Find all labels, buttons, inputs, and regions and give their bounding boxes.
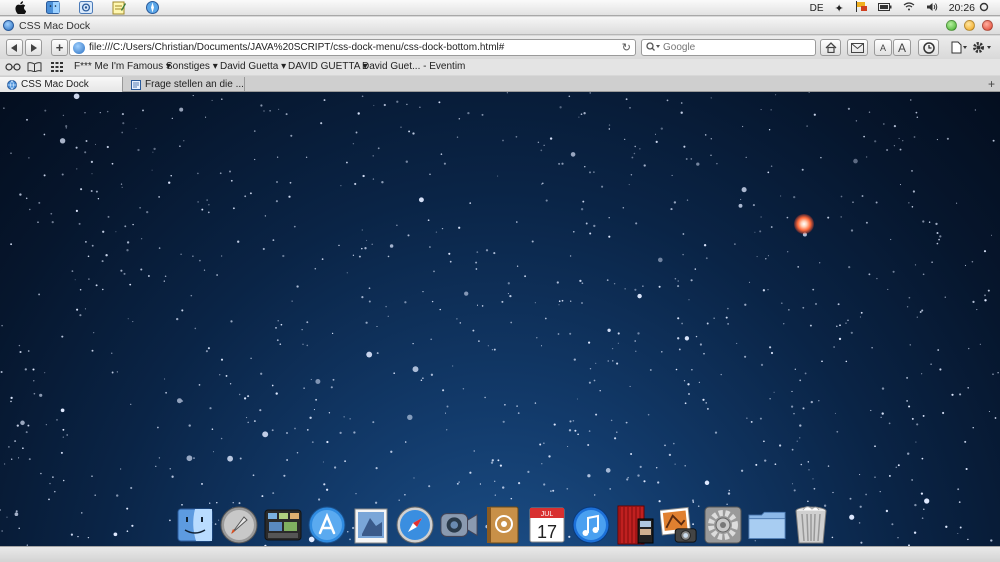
bookmark-label: DAVID GUETTA xyxy=(288,61,360,72)
window-title: CSS Mac Dock xyxy=(19,19,91,32)
menubar-clock[interactable]: 20:26 xyxy=(949,2,975,14)
address-bar[interactable]: file:///C:/Users/Christian/Documents/JAV… xyxy=(69,39,636,56)
open-book-icon[interactable] xyxy=(27,62,42,75)
itunes-icon[interactable] xyxy=(572,506,610,544)
bookmark-label: Sonstiges xyxy=(166,61,210,72)
launchpad-icon[interactable] xyxy=(220,506,258,544)
forward-arrow-icon xyxy=(31,43,37,52)
url-text[interactable]: file:///C:/Users/Christian/Documents/JAV… xyxy=(89,42,504,53)
volume-icon[interactable] xyxy=(926,2,938,15)
apple-icon[interactable] xyxy=(12,1,28,15)
back-button[interactable] xyxy=(6,39,23,56)
starfield-background xyxy=(0,92,999,546)
tab-css-mac-dock[interactable]: CSS Mac Dock xyxy=(0,77,123,92)
envelope-icon xyxy=(851,42,864,53)
search-bar[interactable] xyxy=(641,39,816,56)
new-tab-button[interactable]: + xyxy=(988,77,995,91)
calendar-day-label: 17 xyxy=(537,522,557,542)
safari-icon[interactable] xyxy=(396,506,434,544)
font-smaller-label: A xyxy=(879,42,886,53)
safari-icon[interactable] xyxy=(144,1,160,15)
bookmark-folder[interactable]: F*** Me I'm Famous ▾ xyxy=(74,61,171,72)
bluetooth-icon[interactable]: ✦ xyxy=(835,2,844,15)
globe-icon xyxy=(73,41,85,54)
calendar-icon[interactable]: JUL 17 xyxy=(528,506,566,544)
forum-icon xyxy=(131,79,141,90)
red-star xyxy=(794,214,814,234)
minimize-button[interactable] xyxy=(964,20,975,31)
bookmark-label: David Guetta xyxy=(220,61,279,72)
dock: JUL 17 xyxy=(176,502,836,545)
home-icon xyxy=(825,42,836,53)
back-arrow-icon xyxy=(11,43,17,52)
system-preferences-icon[interactable] xyxy=(704,506,742,544)
language-indicator[interactable]: DE xyxy=(810,3,824,14)
plus-icon: + xyxy=(55,40,64,55)
history-button[interactable] xyxy=(918,39,939,56)
bookmark-label: David Guet... - Eventim xyxy=(362,61,466,72)
search-input[interactable] xyxy=(663,42,813,53)
calendar-month-label: JUL xyxy=(541,511,554,518)
spotlight-icon[interactable] xyxy=(979,2,989,15)
font-smaller-button[interactable]: A xyxy=(874,39,892,56)
bookmark-label: F*** Me I'm Famous xyxy=(74,61,164,72)
flag-icon[interactable] xyxy=(855,1,867,15)
browser-toolbar: + file:///C:/Users/Christian/Documents/J… xyxy=(0,36,1000,59)
search-icon[interactable] xyxy=(646,41,660,54)
app-store-icon[interactable] xyxy=(308,506,346,544)
notes-icon[interactable] xyxy=(111,1,127,15)
status-bar xyxy=(0,546,1000,562)
tab-bar: CSS Mac Dock Frage stellen an die ... + xyxy=(0,76,1000,92)
mail-button[interactable] xyxy=(847,39,868,56)
window-titlebar: CSS Mac Dock xyxy=(0,17,1000,35)
tab-label: CSS Mac Dock xyxy=(21,79,89,90)
photo-booth-icon[interactable] xyxy=(616,505,654,545)
facetime-icon[interactable] xyxy=(440,506,478,544)
bookmark-folder[interactable]: Sonstiges ▾ xyxy=(166,61,218,72)
close-button[interactable] xyxy=(982,20,993,31)
top-sites-grid-icon[interactable] xyxy=(51,62,63,75)
add-bookmark-button[interactable]: + xyxy=(51,39,68,56)
page-content: JUL 17 xyxy=(0,92,1000,546)
font-larger-label: A xyxy=(897,40,906,55)
tab-label: Frage stellen an die ... xyxy=(145,79,244,90)
preview-icon[interactable] xyxy=(352,506,390,544)
iphoto-icon[interactable] xyxy=(660,506,698,544)
bookmark-folder[interactable]: David Guetta ▾ xyxy=(220,61,286,72)
battery-icon[interactable] xyxy=(877,2,892,14)
wifi-icon[interactable] xyxy=(903,2,915,14)
page-favicon-icon xyxy=(3,20,14,31)
mission-control-icon[interactable] xyxy=(264,506,302,544)
home-button[interactable] xyxy=(820,39,841,56)
forward-button[interactable] xyxy=(25,39,42,56)
globe-icon xyxy=(7,79,17,90)
reload-icon[interactable]: ↻ xyxy=(622,41,631,54)
folder-icon[interactable] xyxy=(748,506,786,544)
page-menu-icon[interactable] xyxy=(951,41,967,57)
trash-icon[interactable] xyxy=(792,506,830,544)
reading-glasses-icon[interactable] xyxy=(5,62,21,74)
bookmark-folder[interactable]: DAVID GUETTA ▾ xyxy=(288,61,368,72)
settings-gear-icon[interactable] xyxy=(972,41,994,57)
font-larger-button[interactable]: A xyxy=(893,39,911,56)
zoom-button[interactable] xyxy=(946,20,957,31)
address-book-icon[interactable] xyxy=(484,506,522,544)
tab-frage-stellen[interactable]: Frage stellen an die ... xyxy=(124,77,245,92)
finder-icon[interactable] xyxy=(45,1,61,15)
bookmarks-bar: F*** Me I'm Famous ▾ Sonstiges ▾ David G… xyxy=(0,59,1000,75)
menubar: DE ✦ 20:26 xyxy=(0,0,1000,16)
bookmark-link[interactable]: David Guet... - Eventim xyxy=(362,61,465,72)
clock-icon xyxy=(922,41,935,54)
mail-icon[interactable] xyxy=(78,1,94,15)
finder-icon[interactable] xyxy=(176,506,214,544)
